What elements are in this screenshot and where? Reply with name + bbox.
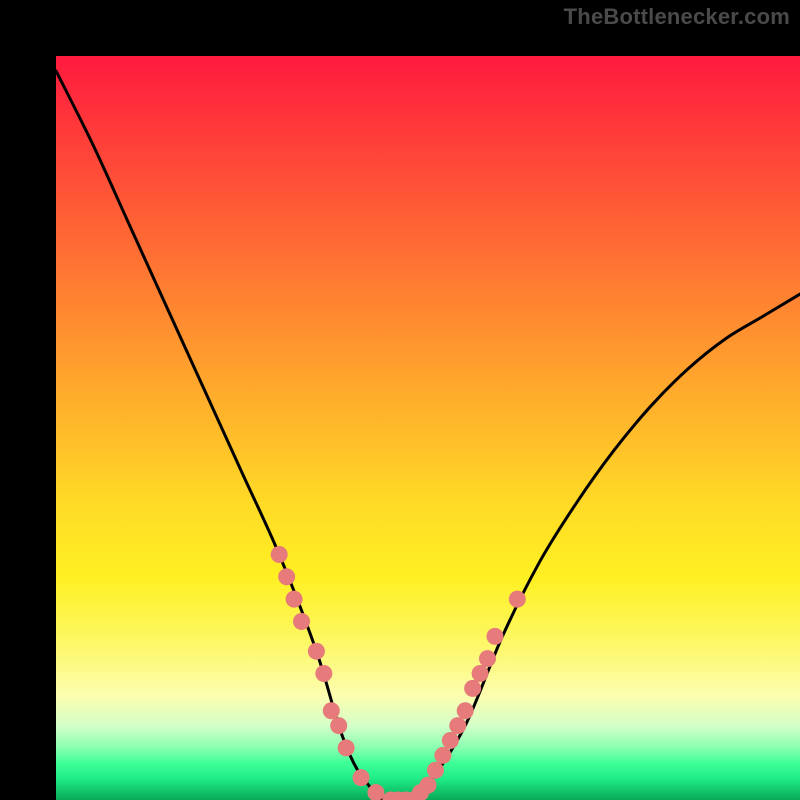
data-marker	[353, 769, 370, 786]
data-marker	[315, 665, 332, 682]
chart-svg-layer	[56, 56, 800, 800]
data-marker	[293, 613, 310, 630]
chart-frame	[0, 0, 800, 800]
data-marker	[457, 702, 474, 719]
data-marker	[420, 777, 437, 794]
chart-plot-area	[56, 56, 800, 800]
data-marker	[330, 717, 347, 734]
data-marker	[442, 732, 459, 749]
data-marker	[472, 665, 489, 682]
data-marker	[509, 591, 526, 608]
data-marker	[271, 546, 288, 563]
data-marker	[278, 568, 295, 585]
bottleneck-curve	[56, 71, 800, 800]
data-marker	[338, 739, 355, 756]
data-marker	[486, 628, 503, 645]
data-marker	[286, 591, 303, 608]
data-marker	[323, 702, 340, 719]
watermark-label: TheBottlenecker.com	[564, 4, 790, 30]
data-marker	[449, 717, 466, 734]
data-markers	[271, 546, 526, 800]
data-marker	[308, 643, 325, 660]
data-marker	[479, 650, 496, 667]
data-marker	[464, 680, 481, 697]
data-marker	[427, 762, 444, 779]
data-marker	[434, 747, 451, 764]
